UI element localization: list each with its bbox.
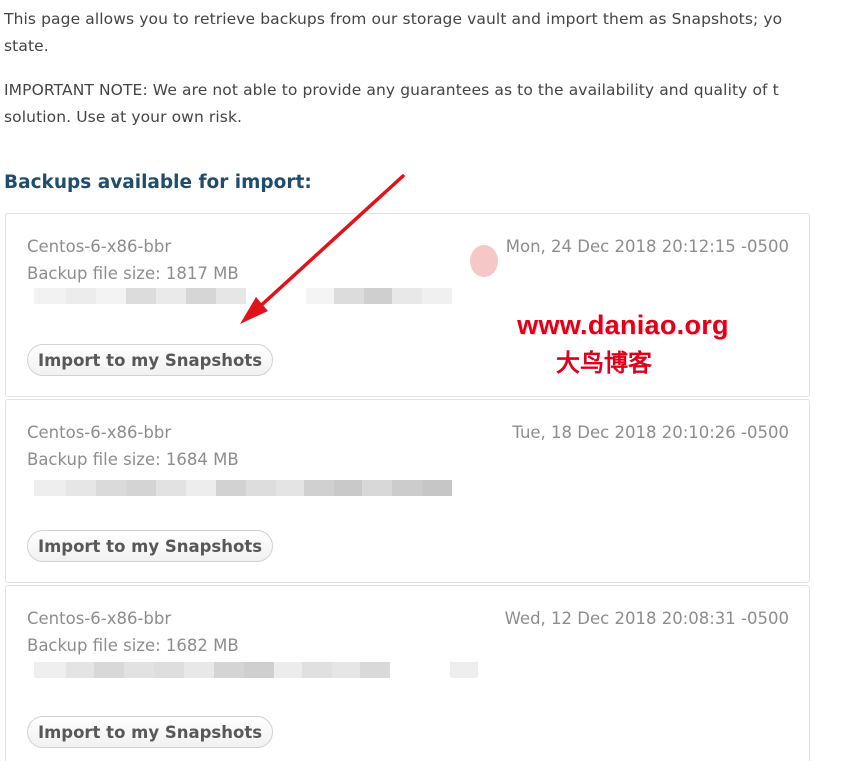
- redacted-backup-id: [34, 480, 474, 496]
- backup-date: Tue, 18 Dec 2018 20:10:26 -0500: [512, 423, 789, 442]
- intro-p1-line2: state.: [4, 37, 49, 55]
- intro-p2-line1: IMPORTANT NOTE: We are not able to provi…: [4, 81, 779, 99]
- backup-date: Wed, 12 Dec 2018 20:08:31 -0500: [504, 609, 789, 628]
- backup-card: Centos-6-x86-bbr Backup file size: 1682 …: [5, 585, 810, 761]
- intro-p1-line1: This page allows you to retrieve backups…: [4, 10, 783, 28]
- backup-size: Backup file size: 1682 MB: [27, 636, 239, 655]
- backup-card: Centos-6-x86-bbr Backup file size: 1684 …: [5, 399, 810, 583]
- intro-paragraph-2: IMPORTANT NOTE: We are not able to provi…: [4, 77, 860, 131]
- intro-text: This page allows you to retrieve backups…: [4, 6, 860, 148]
- backup-name: Centos-6-x86-bbr: [27, 423, 172, 442]
- intro-p2-line2: solution. Use at your own risk.: [4, 108, 243, 126]
- import-to-snapshots-button[interactable]: Import to my Snapshots: [27, 344, 273, 376]
- watermark-blob: [470, 245, 498, 277]
- backups-heading: Backups available for import:: [4, 172, 312, 193]
- intro-paragraph-1: This page allows you to retrieve backups…: [4, 6, 860, 60]
- backup-size: Backup file size: 1817 MB: [27, 264, 239, 283]
- watermark-cn: 大鸟博客: [556, 348, 652, 377]
- import-to-snapshots-button[interactable]: Import to my Snapshots: [27, 530, 273, 562]
- watermark: www.daniao.org 大鸟博客: [498, 310, 748, 378]
- redacted-backup-id: [34, 662, 504, 678]
- backup-name: Centos-6-x86-bbr: [27, 609, 172, 628]
- watermark-url: www.daniao.org: [517, 310, 729, 340]
- backup-size: Backup file size: 1684 MB: [27, 450, 239, 469]
- redacted-backup-id: [34, 288, 474, 304]
- backup-date: Mon, 24 Dec 2018 20:12:15 -0500: [505, 237, 789, 256]
- backup-name: Centos-6-x86-bbr: [27, 237, 172, 256]
- import-to-snapshots-button[interactable]: Import to my Snapshots: [27, 716, 273, 748]
